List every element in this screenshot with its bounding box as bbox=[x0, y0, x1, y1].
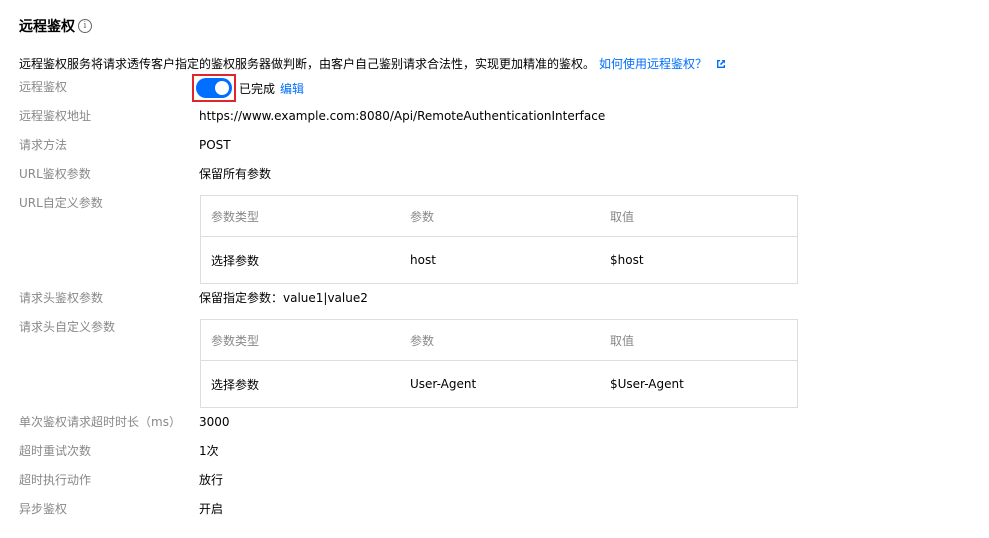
row-header-params: 请求头鉴权参数 保留指定参数：value1|value2 bbox=[0, 289, 989, 307]
section-header: 远程鉴权 i bbox=[19, 14, 92, 38]
column-header: 参数类型 bbox=[211, 209, 260, 224]
row-retry: 超时重试次数 1次 bbox=[0, 442, 989, 460]
address-label: 远程鉴权地址 bbox=[19, 109, 92, 123]
description-text: 远程鉴权服务将请求透传客户指定的鉴权服务器做判断，由客户自己鉴别请求合法性，实现… bbox=[19, 57, 596, 71]
url-custom-table: 参数类型 参数 取值 选择参数 host $host bbox=[200, 195, 798, 284]
async-value: 开启 bbox=[199, 502, 224, 516]
row-url-params: URL鉴权参数 保留所有参数 bbox=[0, 165, 989, 183]
row-address: 远程鉴权地址 https://www.example.com:8080/Api/… bbox=[0, 107, 989, 125]
timeout-value: 3000 bbox=[199, 415, 230, 429]
header-params-value: 保留指定参数：value1|value2 bbox=[199, 291, 368, 305]
timeout-action-label: 超时执行动作 bbox=[19, 473, 92, 487]
info-icon[interactable]: i bbox=[78, 19, 92, 33]
method-value: POST bbox=[199, 138, 231, 152]
method-label: 请求方法 bbox=[19, 138, 68, 152]
url-params-value: 保留所有参数 bbox=[199, 167, 272, 181]
url-custom-label: URL自定义参数 bbox=[19, 196, 103, 210]
section-title: 远程鉴权 bbox=[19, 19, 75, 35]
row-async: 异步鉴权 开启 bbox=[0, 500, 989, 518]
toggle-status: 已完成 bbox=[239, 82, 276, 96]
toggle-highlight-box bbox=[192, 74, 236, 102]
remote-auth-label: 远程鉴权 bbox=[19, 80, 68, 94]
toggle-knob bbox=[215, 81, 229, 95]
description: 远程鉴权服务将请求透传客户指定的鉴权服务器做判断，由客户自己鉴别请求合法性，实现… bbox=[19, 55, 727, 73]
table-cell: host bbox=[410, 253, 436, 267]
table-cell: $host bbox=[610, 253, 644, 267]
column-header: 取值 bbox=[610, 209, 635, 224]
header-params-label: 请求头鉴权参数 bbox=[19, 291, 104, 305]
external-link-icon[interactable] bbox=[715, 58, 727, 70]
table-cell: 选择参数 bbox=[211, 377, 260, 392]
header-custom-label: 请求头自定义参数 bbox=[19, 320, 116, 334]
table-header: 参数类型 参数 取值 bbox=[201, 196, 797, 237]
edit-link[interactable]: 编辑 bbox=[280, 80, 304, 98]
async-label: 异步鉴权 bbox=[19, 502, 68, 516]
url-params-label: URL鉴权参数 bbox=[19, 167, 91, 181]
table-cell: $User-Agent bbox=[610, 377, 684, 391]
retry-value: 1次 bbox=[199, 444, 219, 458]
help-link[interactable]: 如何使用远程鉴权？ bbox=[599, 55, 707, 73]
timeout-action-value: 放行 bbox=[199, 473, 224, 487]
table-row: 选择参数 User-Agent $User-Agent bbox=[201, 361, 797, 407]
column-header: 参数 bbox=[410, 333, 435, 348]
retry-label: 超时重试次数 bbox=[19, 444, 92, 458]
row-remote-auth: 远程鉴权 bbox=[0, 78, 989, 96]
remote-auth-toggle[interactable] bbox=[196, 78, 232, 98]
row-method: 请求方法 POST bbox=[0, 136, 989, 154]
table-cell: 选择参数 bbox=[211, 253, 260, 268]
table-cell: User-Agent bbox=[410, 377, 477, 391]
table-header: 参数类型 参数 取值 bbox=[201, 320, 797, 361]
column-header: 参数类型 bbox=[211, 333, 260, 348]
row-timeout-action: 超时执行动作 放行 bbox=[0, 471, 989, 489]
column-header: 参数 bbox=[410, 209, 435, 224]
row-timeout: 单次鉴权请求超时时长（ms） 3000 bbox=[0, 413, 989, 431]
timeout-label: 单次鉴权请求超时时长（ms） bbox=[19, 415, 181, 429]
address-value: https://www.example.com:8080/Api/RemoteA… bbox=[199, 109, 606, 123]
column-header: 取值 bbox=[610, 333, 635, 348]
header-custom-table: 参数类型 参数 取值 选择参数 User-Agent $User-Agent bbox=[200, 319, 798, 408]
table-row: 选择参数 host $host bbox=[201, 237, 797, 283]
